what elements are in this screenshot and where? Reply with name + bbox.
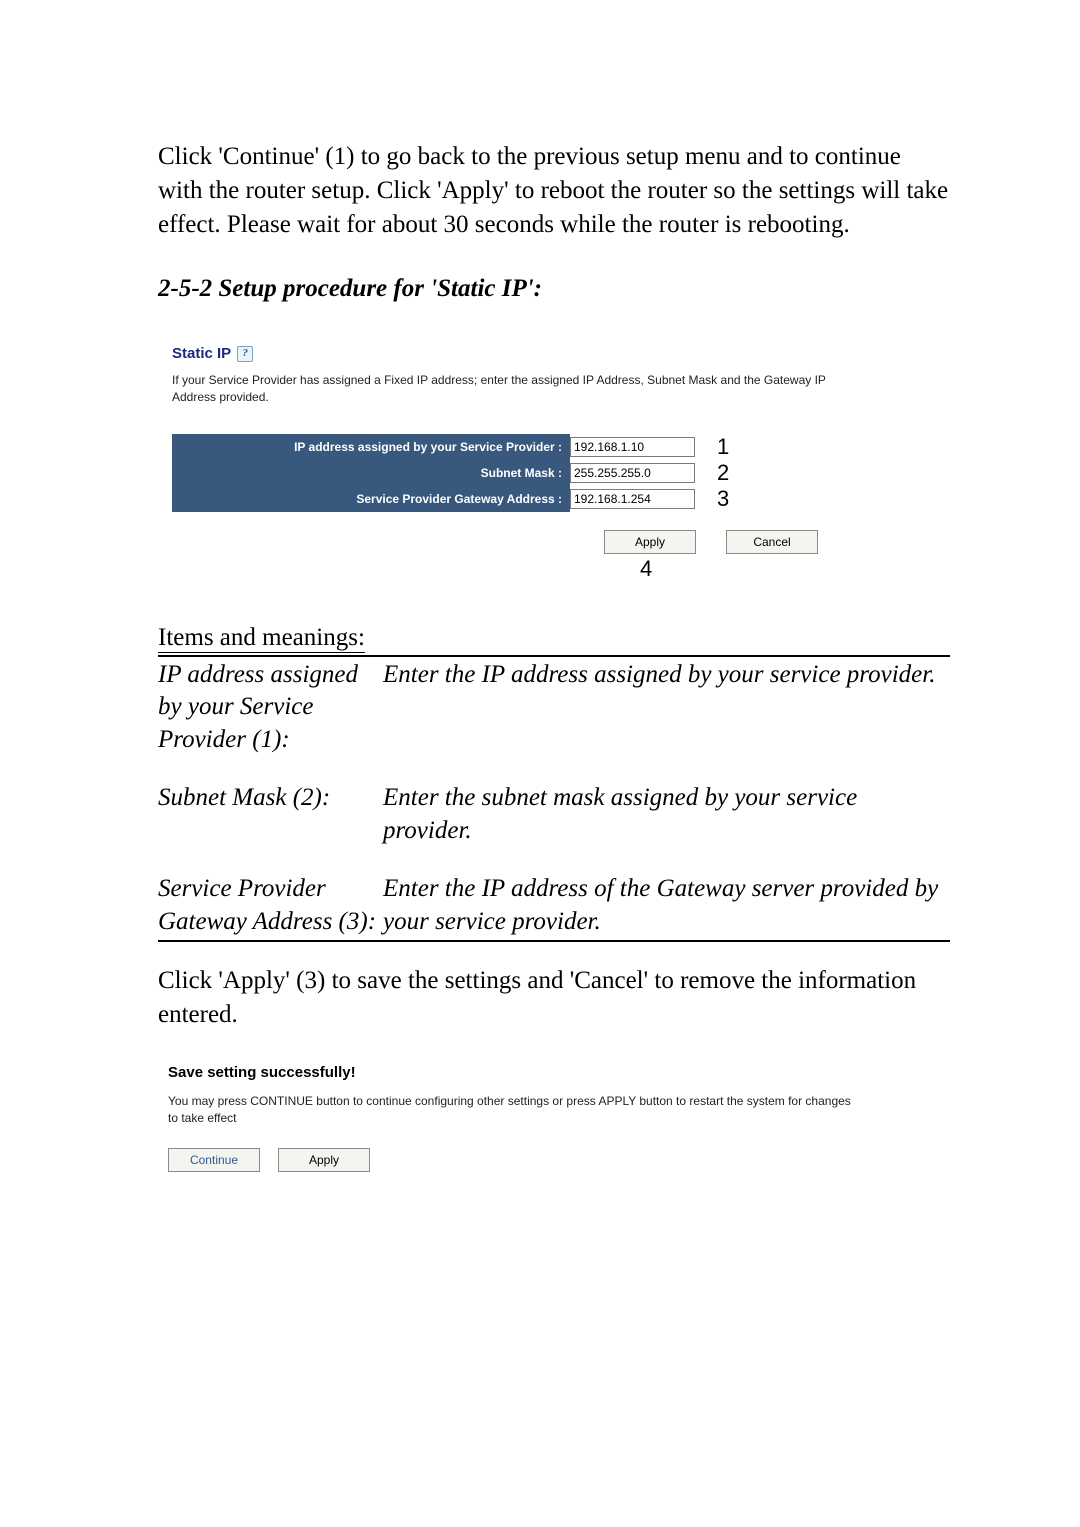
after-table-paragraph: Click 'Apply' (3) to save the settings a… (158, 964, 950, 1032)
static-ip-panel: Static IP ? If your Service Provider has… (158, 331, 950, 588)
help-icon[interactable]: ? (237, 346, 253, 362)
callout-2: 2 (717, 460, 729, 486)
apply-button[interactable]: Apply (604, 530, 696, 554)
items-row: Subnet Mask (2): Enter the subnet mask a… (158, 780, 950, 849)
items-def: Enter the subnet mask assigned by your s… (383, 782, 950, 847)
input-subnet-mask[interactable] (570, 463, 695, 483)
continue-button[interactable]: Continue (168, 1148, 260, 1172)
items-heading: Items and meanings: (158, 624, 365, 653)
callout-3: 3 (717, 486, 729, 512)
items-term: IP address assigned by your Service Prov… (158, 659, 383, 757)
label-subnet-mask: Subnet Mask : (172, 460, 570, 486)
items-def: Enter the IP address of the Gateway serv… (383, 873, 950, 938)
input-gateway-address[interactable] (570, 489, 695, 509)
form-row-ip: IP address assigned by your Service Prov… (172, 434, 936, 460)
intro-paragraph: Click 'Continue' (1) to go back to the p… (158, 140, 950, 241)
items-row: IP address assigned by your Service Prov… (158, 657, 950, 759)
section-heading: 2-5-2 Setup procedure for 'Static IP': (158, 275, 950, 303)
cancel-button[interactable]: Cancel (726, 530, 818, 554)
label-gateway-address: Service Provider Gateway Address : (172, 486, 570, 512)
save-description: You may press CONTINUE button to continu… (168, 1093, 858, 1127)
items-term: Service Provider Gateway Address (3): (158, 873, 383, 938)
callout-1: 1 (717, 434, 729, 460)
callout-4: 4 (172, 556, 936, 582)
save-panel: Save setting successfully! You may press… (158, 1062, 950, 1183)
form-row-gateway: Service Provider Gateway Address : 3 (172, 486, 936, 512)
input-ip-address[interactable] (570, 437, 695, 457)
static-ip-description: If your Service Provider has assigned a … (172, 372, 832, 406)
label-ip-address: IP address assigned by your Service Prov… (172, 434, 570, 460)
save-title: Save setting successfully! (168, 1064, 940, 1081)
items-row: Service Provider Gateway Address (3): En… (158, 871, 950, 940)
items-def: Enter the IP address assigned by your se… (383, 659, 950, 757)
apply-button-2[interactable]: Apply (278, 1148, 370, 1172)
items-term: Subnet Mask (2): (158, 782, 383, 847)
form-row-subnet: Subnet Mask : 2 (172, 460, 936, 486)
items-table: IP address assigned by your Service Prov… (158, 655, 950, 943)
static-ip-form: IP address assigned by your Service Prov… (172, 434, 936, 512)
static-ip-title: Static IP (172, 345, 231, 362)
